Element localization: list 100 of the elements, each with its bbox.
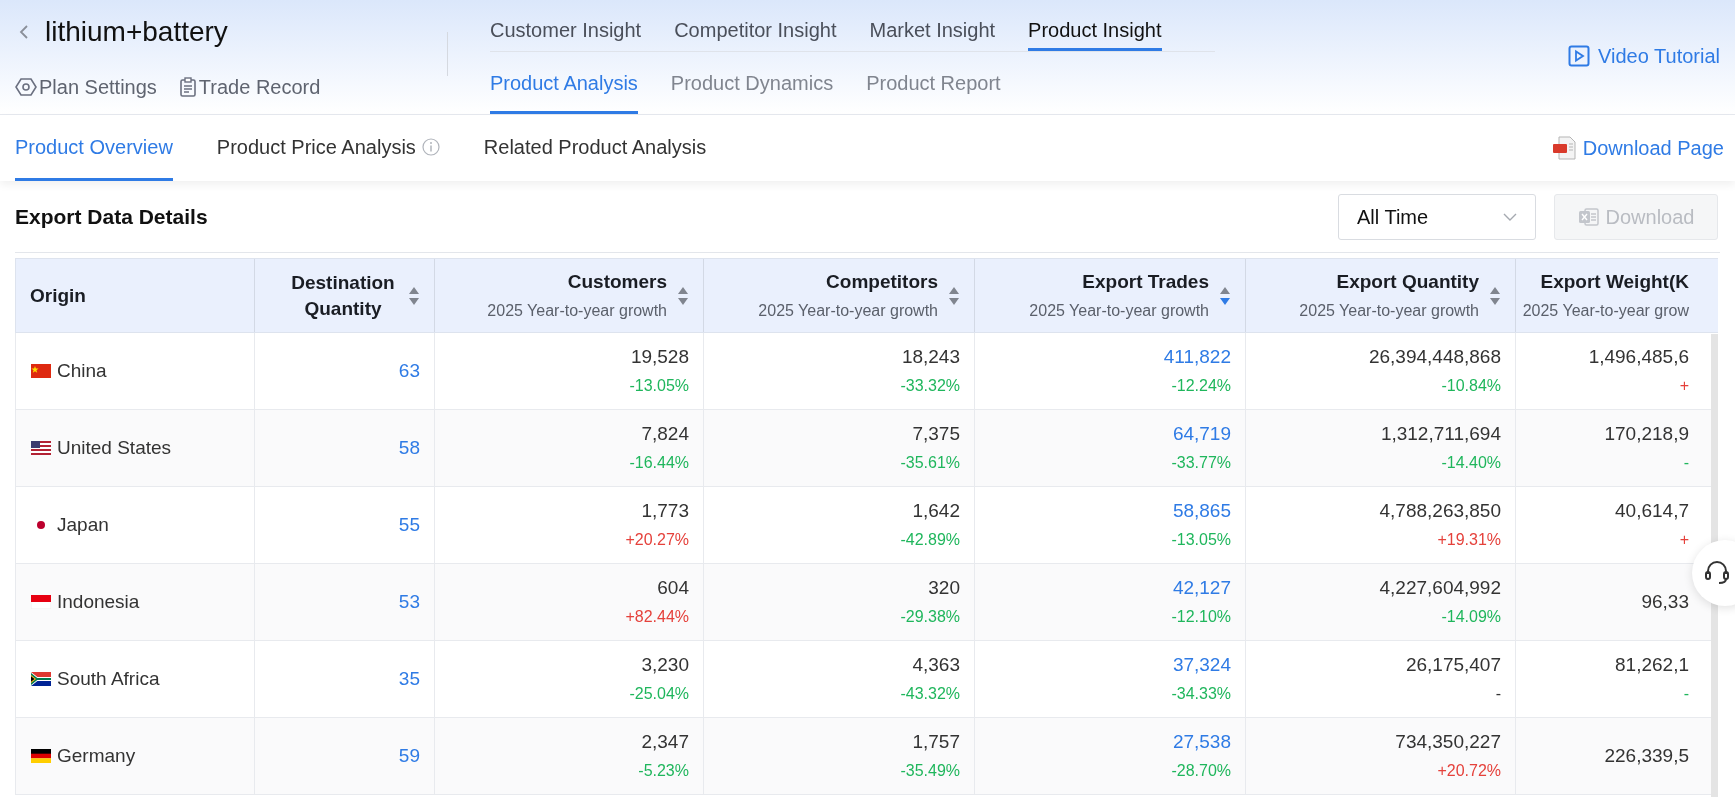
- page-tab[interactable]: Product Price Analysis: [216, 115, 440, 181]
- growth-rate: +19.31%: [1437, 530, 1501, 550]
- growth-rate: -29.38%: [900, 607, 960, 627]
- page-tab[interactable]: Related Product Analysis: [483, 115, 707, 181]
- chevron-down-icon: [1503, 212, 1517, 221]
- growth-rate: -14.09%: [1441, 607, 1501, 627]
- value-link[interactable]: 58: [398, 435, 420, 461]
- growth-rate: -13.05%: [629, 376, 689, 396]
- growth-rate: +20.72%: [1437, 761, 1501, 781]
- growth-rate: -43.32%: [900, 684, 960, 704]
- growth-rate: -35.61%: [900, 453, 960, 473]
- growth-rate: -33.32%: [900, 376, 960, 396]
- column-header: Origin: [30, 283, 86, 308]
- column-subtitle: 2025 Year-to-year growth: [1029, 300, 1209, 321]
- value-link[interactable]: 35: [398, 666, 420, 692]
- sort-icon[interactable]: [1219, 285, 1231, 306]
- origin-name: Japan: [57, 512, 109, 537]
- period-select[interactable]: All Time: [1338, 193, 1536, 240]
- growth-rate: -35.49%: [900, 761, 960, 781]
- sort-icon[interactable]: [1489, 285, 1501, 306]
- hexagon-gear-icon: [15, 77, 37, 97]
- table-value: 1,757: [912, 730, 960, 754]
- clipboard-icon: [178, 77, 197, 97]
- value-link[interactable]: 64,719: [1172, 421, 1231, 447]
- growth-rate: -12.10%: [1171, 607, 1231, 627]
- table-value: 1,773: [641, 499, 689, 523]
- column-header: Export Quantity: [1336, 269, 1479, 294]
- growth-rate: +20.27%: [625, 530, 689, 550]
- table-value: 26,394,448,868: [1368, 345, 1501, 369]
- growth-rate: -42.89%: [900, 530, 960, 550]
- value-link[interactable]: 55: [398, 512, 420, 538]
- growth-rate: -28.70%: [1171, 761, 1231, 781]
- growth-rate: -: [1683, 684, 1689, 704]
- sub-tab[interactable]: Product Analysis: [490, 59, 638, 114]
- table-value: 40,614,7: [1615, 499, 1689, 523]
- table-value: 320: [928, 576, 960, 600]
- table-value: 734,350,227: [1395, 730, 1501, 754]
- column-header: Export Trades: [1082, 269, 1209, 294]
- value-link[interactable]: 59: [398, 743, 420, 769]
- column-header: Export Weight(K: [1540, 269, 1689, 294]
- column-header: Destination Quantity: [290, 270, 396, 321]
- column-header: Customers: [567, 269, 667, 294]
- growth-rate: +: [1679, 376, 1689, 396]
- value-link[interactable]: 37,324: [1172, 652, 1231, 678]
- table-value: 1,312,711,694: [1380, 422, 1501, 446]
- value-link[interactable]: 58,865: [1172, 498, 1231, 524]
- growth-rate: -16.44%: [629, 453, 689, 473]
- table-value: 3,230: [641, 653, 689, 677]
- sort-icon[interactable]: [408, 285, 420, 306]
- nav-tab[interactable]: Product Insight: [1028, 12, 1162, 51]
- table-value: 7,824: [641, 422, 689, 446]
- table-value: 226,339,5: [1604, 744, 1689, 768]
- download-page-link[interactable]: Download Page: [1552, 115, 1724, 181]
- growth-rate: -12.24%: [1171, 376, 1231, 396]
- value-link[interactable]: 27,538: [1172, 729, 1231, 755]
- trade-record-button[interactable]: Trade Record: [178, 72, 321, 102]
- sub-tab[interactable]: Product Dynamics: [670, 59, 834, 114]
- nav-tab[interactable]: Competitor Insight: [674, 12, 837, 51]
- pdf-file-icon: [1552, 136, 1577, 160]
- origin-name: Indonesia: [57, 589, 140, 614]
- growth-rate: -13.05%: [1171, 530, 1231, 550]
- page-tab[interactable]: Product Overview: [15, 115, 173, 181]
- growth-rate: -34.33%: [1171, 684, 1231, 704]
- plan-settings-button[interactable]: Plan Settings: [15, 72, 157, 102]
- nav-tab[interactable]: Customer Insight: [490, 12, 642, 51]
- value-link[interactable]: 53: [398, 589, 420, 615]
- table-value: 170,218,9: [1604, 422, 1689, 446]
- value-link[interactable]: 411,822: [1163, 344, 1231, 370]
- table-value: 7,375: [912, 422, 960, 446]
- section-title: Export Data Details: [15, 203, 208, 230]
- table-value: 4,363: [912, 653, 960, 677]
- column-subtitle: 2025 Year-to-year growth: [1299, 300, 1479, 321]
- column-subtitle: 2025 Year-to-year growth: [758, 300, 938, 321]
- value-link[interactable]: 42,127: [1172, 575, 1231, 601]
- origin-name: China: [57, 358, 107, 383]
- sort-icon[interactable]: [677, 285, 689, 306]
- table-value: 81,262,1: [1615, 653, 1689, 677]
- column-subtitle: 2025 Year-to-year grow: [1522, 300, 1689, 321]
- table-value: 96,33: [1641, 590, 1689, 614]
- growth-rate: -25.04%: [629, 684, 689, 704]
- origin-name: South Africa: [57, 666, 160, 691]
- growth-rate: +: [1679, 530, 1689, 550]
- sort-icon[interactable]: [948, 285, 960, 306]
- table-value: 1,642: [912, 499, 960, 523]
- growth-rate: -14.40%: [1441, 453, 1501, 473]
- column-subtitle: 2025 Year-to-year growth: [487, 300, 667, 321]
- growth-rate: +82.44%: [625, 607, 689, 627]
- growth-rate: -10.84%: [1441, 376, 1501, 396]
- sub-tab[interactable]: Product Report: [866, 59, 1001, 114]
- value-link[interactable]: 63: [398, 358, 420, 384]
- play-icon: [1568, 45, 1591, 67]
- nav-tab[interactable]: Market Insight: [869, 12, 996, 51]
- video-tutorial-link[interactable]: Video Tutorial: [1568, 41, 1720, 71]
- table-value: 4,227,604,992: [1379, 576, 1501, 600]
- table-value: 18,243: [901, 345, 960, 369]
- origin-name: Germany: [57, 743, 136, 768]
- table-value: 26,175,407: [1405, 653, 1501, 677]
- headset-icon: [1704, 560, 1730, 586]
- growth-rate: -5.23%: [638, 761, 689, 781]
- column-header: Competitors: [826, 269, 938, 294]
